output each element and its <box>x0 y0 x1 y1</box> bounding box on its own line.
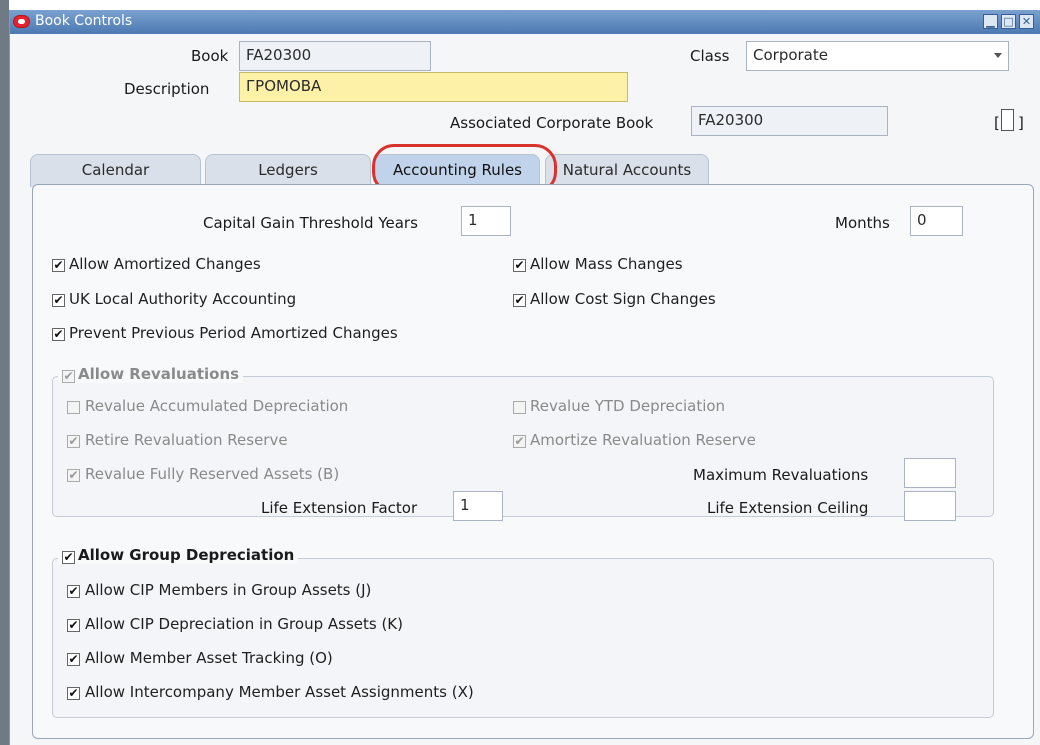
revalue-ytd-label: Revalue YTD Depreciation <box>530 397 726 415</box>
allow-cost-sign-label: Allow Cost Sign Changes <box>530 290 716 308</box>
allow-amortized-label: Allow Amortized Changes <box>69 255 261 273</box>
allow-revaluations-checkbox[interactable]: ✔ <box>62 370 75 383</box>
retire-revaluation-label: Retire Revaluation Reserve <box>85 431 288 449</box>
description-label: Description <box>124 80 210 98</box>
title-bar: Book Controls ▁ □ ✕ <box>10 10 1040 34</box>
amortize-revaluation-checkbox[interactable]: ✔ <box>513 435 526 448</box>
retire-revaluation-checkbox[interactable]: ✔ <box>67 435 80 448</box>
prevent-previous-period-checkbox[interactable]: ✔ <box>52 328 65 341</box>
cip-members-label: Allow CIP Members in Group Assets (J) <box>85 581 372 599</box>
member-asset-tracking-checkbox[interactable]: ✔ <box>67 653 80 666</box>
life-extension-factor-label: Life Extension Factor <box>261 499 418 517</box>
months-label: Months <box>835 214 890 232</box>
class-label: Class <box>690 47 730 65</box>
revalue-ytd-checkbox[interactable] <box>513 401 526 414</box>
allow-mass-checkbox[interactable]: ✔ <box>513 259 526 272</box>
accounting-rules-panel: Capital Gain Threshold Years 1 Months 0 … <box>32 184 1034 739</box>
revalue-fully-reserved-label: Revalue Fully Reserved Assets (B) <box>85 465 340 483</box>
allow-cost-sign-checkbox[interactable]: ✔ <box>513 294 526 307</box>
life-extension-ceiling-field[interactable] <box>904 491 956 521</box>
class-select-value: Corporate <box>753 46 828 64</box>
uk-local-authority-label: UK Local Authority Accounting <box>69 290 297 308</box>
life-extension-factor-field[interactable]: 1 <box>453 491 503 521</box>
allow-group-depreciation-label: Allow Group Depreciation <box>78 546 295 564</box>
associated-corporate-book-label: Associated Corporate Book <box>450 114 654 132</box>
cip-depreciation-checkbox[interactable]: ✔ <box>67 619 80 632</box>
description-field[interactable]: ГРОМОВА <box>239 72 628 102</box>
tab-ledgers[interactable]: Ledgers <box>205 154 371 187</box>
allow-amortized-checkbox[interactable]: ✔ <box>52 259 65 272</box>
uk-local-authority-checkbox[interactable]: ✔ <box>52 294 65 307</box>
associated-corporate-book-field[interactable]: FA20300 <box>691 106 888 136</box>
life-extension-ceiling-label: Life Extension Ceiling <box>707 499 869 517</box>
descriptive-flexfield-box[interactable] <box>1001 109 1014 131</box>
capital-gain-threshold-label: Capital Gain Threshold Years <box>203 214 418 232</box>
background-window-edge <box>0 0 9 745</box>
cip-depreciation-label: Allow CIP Depreciation in Group Assets (… <box>85 615 403 633</box>
chevron-down-icon <box>994 53 1002 58</box>
cip-members-checkbox[interactable]: ✔ <box>67 585 80 598</box>
revalue-accumulated-label: Revalue Accumulated Depreciation <box>85 397 349 415</box>
prevent-previous-period-label: Prevent Previous Period Amortized Change… <box>69 324 398 342</box>
amortize-revaluation-label: Amortize Revaluation Reserve <box>530 431 756 449</box>
capital-gain-years-field[interactable]: 1 <box>461 206 511 236</box>
book-label: Book <box>191 47 229 65</box>
oracle-logo-icon <box>13 15 30 28</box>
allow-group-depreciation-checkbox[interactable]: ✔ <box>62 551 75 564</box>
book-field[interactable]: FA20300 <box>239 41 431 71</box>
intercompany-assignments-label: Allow Intercompany Member Asset Assignme… <box>85 683 474 701</box>
tab-natural-accounts[interactable]: Natural Accounts <box>545 154 709 187</box>
group-depreciation-group-title: ✔ Allow Group Depreciation <box>58 546 299 564</box>
revalue-fully-reserved-checkbox[interactable]: ✔ <box>67 469 80 482</box>
revalue-accumulated-checkbox[interactable] <box>67 401 80 414</box>
allow-revaluations-label: Allow Revaluations <box>78 365 240 383</box>
close-icon[interactable]: ✕ <box>1019 14 1034 29</box>
months-field[interactable]: 0 <box>910 206 963 236</box>
class-select[interactable]: Corporate <box>746 41 1009 71</box>
allow-mass-label: Allow Mass Changes <box>530 255 683 273</box>
context-bracket-right: ] <box>1018 114 1024 132</box>
context-bracket-left: [ <box>994 114 1000 132</box>
intercompany-assignments-checkbox[interactable]: ✔ <box>67 687 80 700</box>
window-title: Book Controls <box>35 13 133 29</box>
minimize-icon[interactable]: ▁ <box>983 14 998 29</box>
maximum-revaluations-label: Maximum Revaluations <box>693 466 869 484</box>
tab-calendar[interactable]: Calendar <box>30 154 201 187</box>
member-asset-tracking-label: Allow Member Asset Tracking (O) <box>85 649 333 667</box>
maximize-icon[interactable]: □ <box>1001 14 1016 29</box>
revaluations-group-title: ✔ Allow Revaluations <box>58 365 244 383</box>
maximum-revaluations-field[interactable] <box>904 458 956 488</box>
book-controls-window: Book Controls ▁ □ ✕ Book FA20300 Class C… <box>9 10 1040 745</box>
